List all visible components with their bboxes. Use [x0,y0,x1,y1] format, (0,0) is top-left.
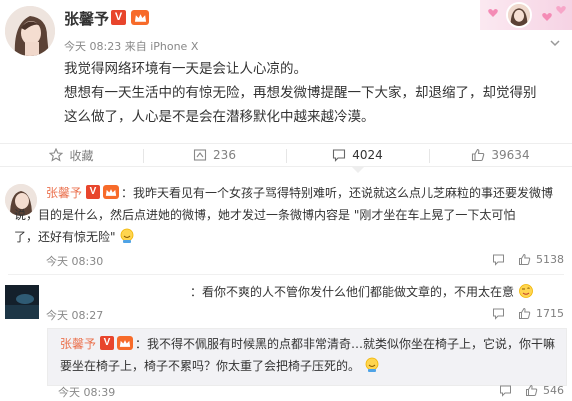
comment-line: 说，目的是什么，然后点进她的微博，她才发过一条微博内容是 "刚才坐在车上晃了一下… [14,208,516,222]
author-avatar[interactable] [5,6,55,56]
verified-v-icon: V [111,10,126,25]
banner-avatar [506,2,532,28]
laugh-emoji-icon [120,228,134,243]
comment-button[interactable]: 4024 [286,144,429,173]
heart-icon [488,9,498,17]
reply-button[interactable] [499,384,512,397]
post-line: 想想有一天生活中的有惊无险，再想发微博提醒一下大家，却退缩了，却觉得别 [64,85,537,101]
comment-line: ：看你不爽的人不管你发什么他们都能做文章的，不用太在意 [190,285,515,299]
comment-line-last: 要坐在椅子上，椅子不累吗？你太重了会把椅子压死的。 [60,355,560,377]
repost-count: 236 [213,148,236,162]
comment-like-button[interactable]: 546 [525,384,564,397]
vip-crown-icon[interactable] [103,185,120,199]
comment-divider [8,274,564,275]
heart-icon [556,6,566,14]
reply-icon [493,254,504,266]
comment-actions: 1715 [492,307,564,320]
post-line: 我觉得网络环境有一天是会让人心凉的。 [64,61,307,77]
comment-line: ：我昨天看见有一个女孩子骂得特别难听，还说就这么点儿芝麻粒的事还要发微博 [121,186,554,200]
reply-box: 张馨予 V ：我不得不佩服有时候黑的点都非常清奇…就类似你坐在椅子上，它说，你干嘛 … [47,328,567,386]
post-time[interactable]: 今天 08:23 [64,40,121,53]
chevron-down-icon[interactable] [550,38,560,48]
post-meta: 今天 08:23 来自 iPhone X [64,38,198,54]
post-content: 我觉得网络环境有一天是会让人心凉的。 想想有一天生活中的有惊无险，再想发微博提醒… [64,57,564,129]
comment-like-button[interactable]: 5138 [518,253,564,266]
verified-v-icon: V [100,336,115,350]
thumbs-up-icon [526,384,538,396]
comment-list: 张馨予 V ：我昨天看见有一个女孩子骂得特别难听，还说就这么点儿芝麻粒的事还要发微博… [0,173,572,401]
fan-banner[interactable] [480,0,572,30]
vip-crown-icon[interactable] [131,10,149,25]
reply-button[interactable] [492,253,505,266]
comment-like-count: 5138 [536,253,564,266]
like-button[interactable]: 39634 [429,144,572,166]
comment-actions: 546 [499,384,564,397]
comment-time: 今天 08:39 [58,386,116,399]
star-icon [49,148,64,162]
commenter-name[interactable]: 张馨予 [46,186,82,200]
commenter-name[interactable]: 张馨予 [60,337,96,351]
reply-icon [500,385,511,397]
post-action-bar: 收藏 236 4024 39634 [0,143,572,173]
comment-line-last: 了，还好有惊无险" [14,226,559,248]
reply-button[interactable] [492,307,505,320]
reply-icon [493,308,504,320]
comment-text-cont: 说，目的是什么，然后点进她的微博，她才发过一条微博内容是 "刚才坐在车上晃了一下… [14,204,559,248]
comment-line: 了，还好有惊无险" [14,230,116,244]
post-source[interactable]: 来自 iPhone X [125,40,199,53]
comment-count: 4024 [352,148,383,162]
laugh-emoji-icon [365,357,379,372]
comment-text: 张馨予 V ：我不得不佩服有时候黑的点都非常清奇…就类似你坐在椅子上，它说，你干嘛 … [60,333,560,377]
comment-icon [333,149,346,162]
thumbs-up-icon [519,253,531,265]
comment-line: ：我不得不佩服有时候黑的点都非常清奇…就类似你坐在椅子上，它说，你干嘛 [135,337,556,351]
heart-icon [542,13,552,21]
wink-emoji-icon [518,284,533,298]
repost-icon [193,149,207,161]
author-name[interactable]: 张馨予 [64,8,109,29]
comment-actions: 5138 [492,253,564,266]
weibo-post: 张馨予 V 今天 08:23 来自 iPhone X 我觉得网络环境有一天是会让… [0,0,572,143]
comment-text: ：看你不爽的人不管你发什么他们都能做文章的，不用太在意 [190,281,560,303]
comment-like-button[interactable]: 1715 [518,307,564,320]
favorite-label: 收藏 [69,148,94,163]
commenter-avatar[interactable] [5,285,39,319]
thumbs-up-icon [519,307,531,319]
comment-line: 要坐在椅子上，椅子不累吗？你太重了会把椅子压死的。 [60,359,361,373]
comment-like-count: 1715 [536,307,564,320]
repost-button[interactable]: 236 [143,144,286,166]
vip-crown-icon[interactable] [117,336,134,350]
thumbs-up-icon [472,148,485,162]
verified-v-icon: V [86,185,101,199]
post-line: 这么做了，人心是不是会在潜移默化中越来越冷漠。 [64,109,375,125]
comment-text: 张馨予 V ：我昨天看见有一个女孩子骂得特别难听，还说就这么点儿芝麻粒的事还要发微博 [46,182,566,204]
comment-time: 今天 08:27 [46,309,104,322]
comment-like-count: 546 [543,384,564,397]
like-count: 39634 [491,148,530,162]
comment-time: 今天 08:30 [46,255,104,268]
favorite-button[interactable]: 收藏 [0,144,143,166]
